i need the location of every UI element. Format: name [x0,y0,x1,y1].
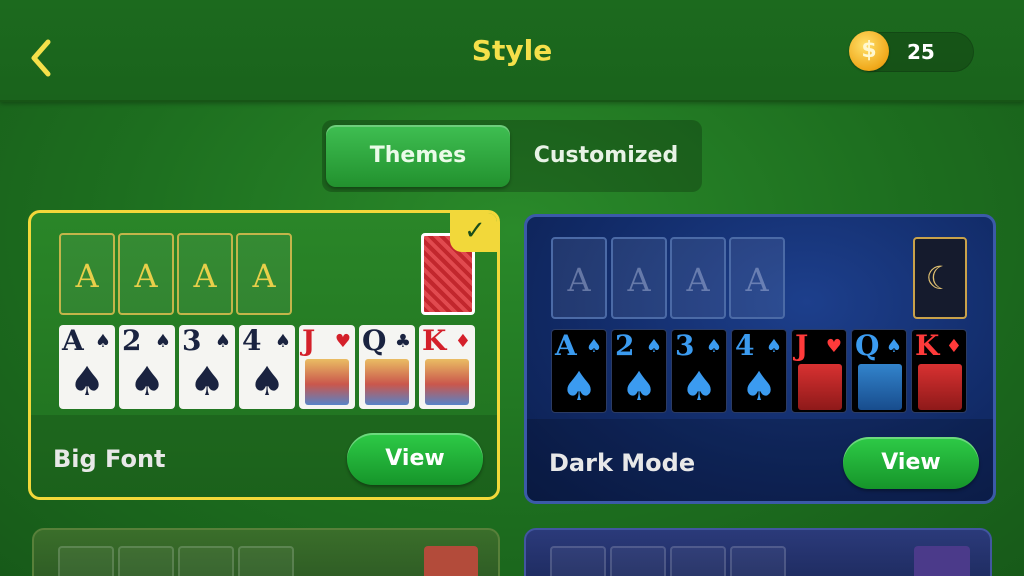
foundation-slot [610,546,666,576]
playing-card: A ♠ ♠ [59,325,115,409]
card-rank: 2 [615,329,635,362]
club-icon: ♣ [394,331,411,352]
spade-icon: ♠ [129,358,165,405]
card-rank: J [795,329,809,362]
playing-card: 2 ♠ ♠ [611,329,667,413]
stock-card-back [914,546,970,576]
playing-card: K ♦ [419,325,475,409]
foundation-slot: A [670,237,726,319]
spade-icon: ♠ [585,336,602,357]
foundation-slot: A [611,237,667,319]
moon-icon: ☾ [913,237,967,319]
foundation-slot [670,546,726,576]
heart-icon: ♥ [334,331,351,352]
diamond-icon: ♦ [454,331,471,352]
spade-icon: ♠ [741,363,777,410]
spade-icon: ♠ [249,358,285,405]
playing-card: 3 ♠ ♠ [179,325,235,409]
checkmark-icon: ✓ [450,213,497,252]
spade-icon: ♠ [274,331,291,352]
foundation-slot: A [551,237,607,319]
foundation-slot: A [729,237,785,319]
foundation-slot [238,546,294,576]
theme-card-big-font[interactable]: A A A A A ♠ ♠ 2 ♠ ♠ 3 ♠ ♠ 4 ♠ ♠ J ♥ Q ♣ … [28,210,500,500]
card-rank: Q [362,324,387,357]
theme-card-partial[interactable] [32,528,500,576]
card-rank: A [555,329,577,362]
spade-icon: ♠ [765,336,782,357]
queen-face-icon [858,364,902,410]
style-tabs: Themes Customized [322,120,702,192]
tab-themes[interactable]: Themes [326,125,510,187]
view-button[interactable]: View [347,433,483,485]
spade-icon: ♠ [94,331,111,352]
card-rank: 3 [182,324,202,357]
foundation-slot [118,546,174,576]
foundation-slot: A [236,233,292,315]
theme-name: Dark Mode [549,449,696,477]
spade-icon: ♠ [189,358,225,405]
foundation-slot [550,546,606,576]
tab-customized[interactable]: Customized [514,125,698,187]
foundation-slot: A [59,233,115,315]
jack-face-icon [798,364,842,410]
spade-icon: ♠ [561,363,597,410]
stock-card-back [424,546,478,576]
foundation-slot: A [177,233,233,315]
spade-icon: ♠ [154,331,171,352]
playing-card: 4 ♠ ♠ [731,329,787,413]
playing-card: Q ♠ [851,329,907,413]
card-rank: 2 [122,324,142,357]
card-rank: 3 [675,329,695,362]
king-face-icon [425,359,469,405]
heart-icon: ♥ [825,336,842,357]
foundation-slot [58,546,114,576]
diamond-icon: ♦ [945,336,962,357]
card-rank: J [302,324,316,357]
theme-card-partial[interactable] [524,528,992,576]
playing-card: 2 ♠ ♠ [119,325,175,409]
card-rank: A [62,324,84,357]
playing-card: 4 ♠ ♠ [239,325,295,409]
foundation-slot [178,546,234,576]
card-rank: 4 [242,324,262,357]
spade-icon: ♠ [69,358,105,405]
theme-name: Big Font [53,445,166,473]
card-rank: K [422,324,447,357]
foundation-slot: A [118,233,174,315]
spade-icon: ♠ [681,363,717,410]
spade-icon: ♠ [705,336,722,357]
coin-icon: $ [849,31,889,71]
foundation-slot [730,546,786,576]
playing-card: K ♦ [911,329,967,413]
spade-icon: ♠ [214,331,231,352]
king-face-icon [918,364,962,410]
playing-card: 3 ♠ ♠ [671,329,727,413]
jack-face-icon [305,359,349,405]
playing-card: J ♥ [791,329,847,413]
top-bar: Style $ 25 [0,0,1024,102]
coin-count: 25 [907,40,935,64]
theme-card-dark-mode[interactable]: A A A A ☾ A ♠ ♠ 2 ♠ ♠ 3 ♠ ♠ 4 ♠ ♠ J ♥ Q … [524,214,996,504]
playing-card: Q ♣ [359,325,415,409]
spade-icon: ♠ [885,336,902,357]
spade-icon: ♠ [645,336,662,357]
playing-card: A ♠ ♠ [551,329,607,413]
playing-card: J ♥ [299,325,355,409]
card-rank: K [915,329,940,362]
queen-face-icon [365,359,409,405]
spade-icon: ♠ [621,363,657,410]
coin-balance[interactable]: $ 25 [849,31,974,72]
card-rank: 4 [735,329,755,362]
card-footer: Big Font View [31,415,497,497]
card-rank: Q [855,329,880,362]
card-footer: Dark Mode View [527,419,993,501]
view-button[interactable]: View [843,437,979,489]
